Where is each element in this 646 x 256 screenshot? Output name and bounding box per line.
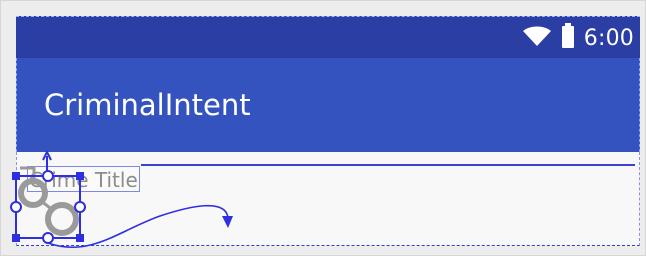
app-title: CriminalIntent (44, 88, 251, 122)
constraint-guide-line (141, 164, 635, 166)
app-bar: CriminalIntent (16, 58, 640, 152)
status-icons: 6:00 (522, 22, 634, 54)
status-time: 6:00 (583, 25, 634, 51)
battery-icon (560, 22, 576, 54)
device-preview: 6:00 CriminalIntent Crime Title (16, 16, 640, 246)
crime-form: Crime Title (16, 152, 640, 246)
crime-title-hint: Crime Title (29, 168, 138, 192)
wifi-icon (522, 25, 552, 52)
status-bar: 6:00 (16, 16, 640, 58)
